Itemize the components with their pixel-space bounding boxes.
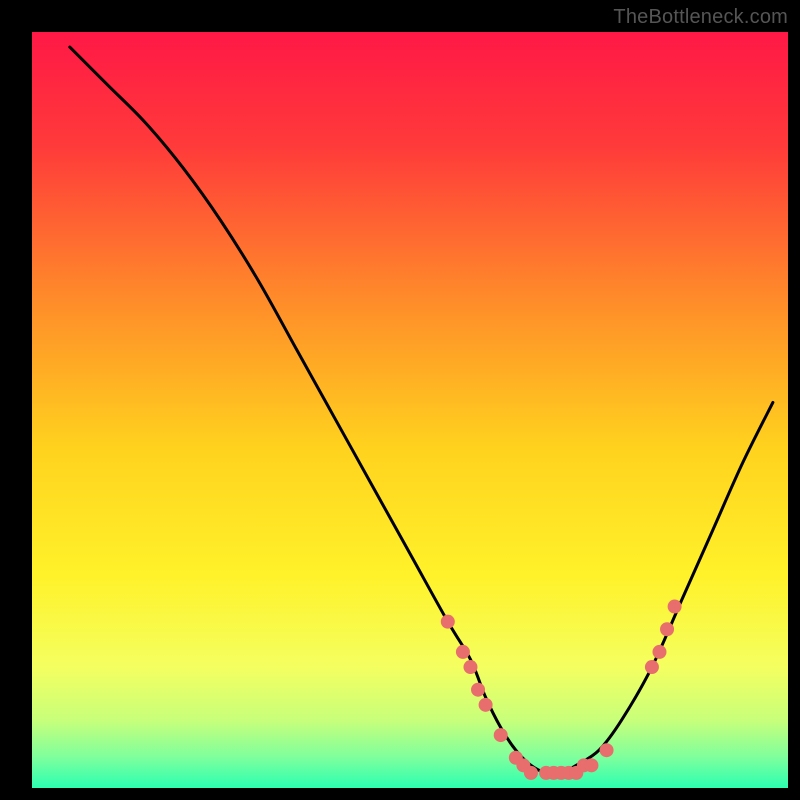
highlight-point [441, 615, 455, 629]
highlight-point [600, 743, 614, 757]
highlight-point [479, 698, 493, 712]
highlight-point [645, 660, 659, 674]
highlight-point [471, 683, 485, 697]
highlight-point [584, 758, 598, 772]
highlight-point [494, 728, 508, 742]
highlight-point [652, 645, 666, 659]
chart-container: TheBottleneck.com [0, 0, 800, 800]
highlight-point [463, 660, 477, 674]
bottleneck-chart [0, 0, 800, 800]
highlight-point [456, 645, 470, 659]
plot-background [32, 32, 788, 788]
watermark-text: TheBottleneck.com [613, 6, 788, 29]
highlight-point [524, 766, 538, 780]
highlight-point [668, 600, 682, 614]
highlight-point [660, 622, 674, 636]
